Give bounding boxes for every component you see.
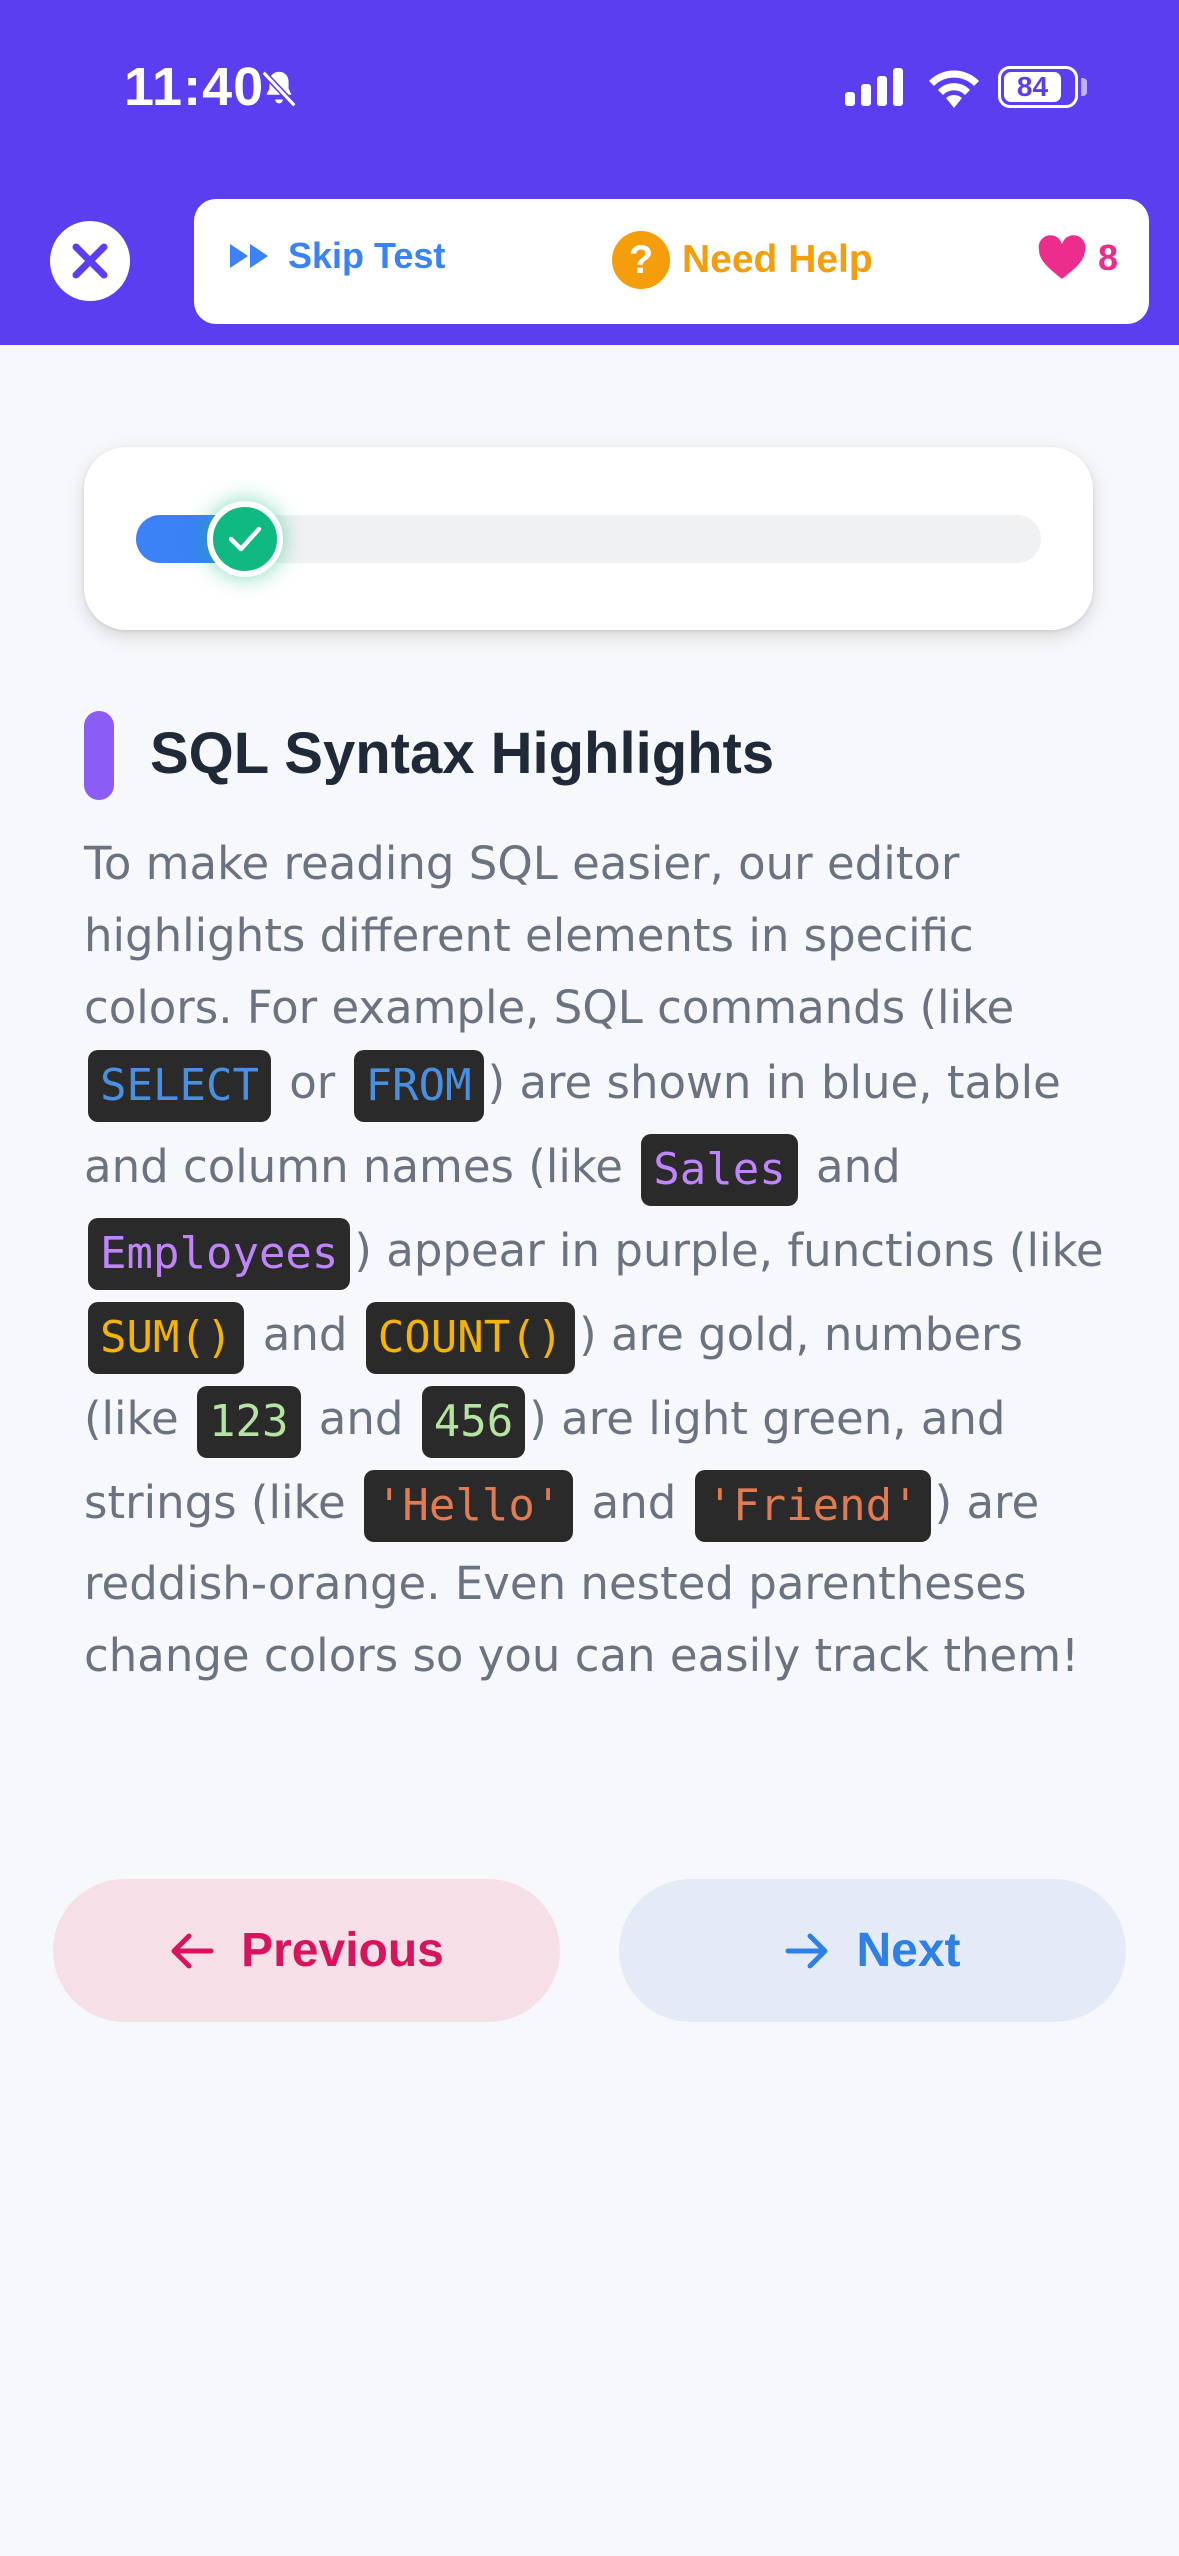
wifi-icon: [926, 64, 982, 113]
lesson-body: To make reading SQL easier, our editor h…: [84, 828, 1104, 1692]
fast-forward-icon: [230, 244, 268, 268]
progress-checkpoint: [206, 501, 283, 577]
lesson-toolbar: Skip Test ? Need Help 8: [194, 199, 1149, 324]
text-segment: and: [248, 1308, 362, 1361]
code-number-456: 456: [421, 1386, 526, 1458]
need-help-button[interactable]: ? Need Help: [612, 231, 873, 289]
progress-track: [136, 501, 1041, 577]
code-keyword-select: SELECT: [88, 1050, 271, 1122]
close-icon: [72, 243, 108, 279]
battery-indicator: 84: [998, 66, 1078, 108]
code-number-123: 123: [197, 1386, 301, 1458]
status-time: 11:40: [124, 57, 265, 117]
lesson-title: SQL Syntax Highlights: [150, 721, 775, 786]
progress-card: [84, 447, 1093, 630]
text-segment: and: [304, 1392, 418, 1445]
checkmark-icon: [228, 526, 261, 552]
lives-counter: 8: [1036, 235, 1118, 281]
question-icon: ?: [612, 231, 670, 289]
code-string-friend: 'Friend': [694, 1470, 931, 1542]
battery-level: 84: [1016, 71, 1049, 102]
heart-icon: [1038, 235, 1086, 279]
close-button[interactable]: [50, 221, 130, 301]
arrow-right-icon: [785, 1933, 828, 1968]
code-string-hello: 'Hello': [363, 1470, 574, 1542]
skip-test-button[interactable]: Skip Test: [228, 235, 445, 277]
next-button[interactable]: Next: [619, 1879, 1126, 2022]
previous-button[interactable]: Previous: [53, 1879, 560, 2022]
top-header: 11:40 84 Skip Test ? Need Help 8: [0, 0, 1179, 345]
text-segment: and: [577, 1476, 691, 1529]
arrow-left-icon: [171, 1933, 214, 1968]
lives-count: 8: [1098, 237, 1119, 278]
title-accent-bar: [84, 711, 114, 800]
bell-muted-icon: [256, 66, 302, 117]
text-segment: ) appear in purple, functions (like: [354, 1224, 1104, 1277]
code-table-sales: Sales: [641, 1134, 798, 1206]
need-help-label: Need Help: [682, 238, 873, 281]
code-function-sum: SUM(): [88, 1302, 245, 1374]
skip-test-label: Skip Test: [288, 235, 446, 276]
text-segment: To make reading SQL easier, our editor h…: [84, 837, 1015, 1034]
next-label: Next: [856, 1924, 961, 1977]
text-segment: and: [801, 1140, 901, 1193]
cellular-signal-icon: [845, 68, 905, 111]
code-function-count: COUNT(): [365, 1302, 576, 1374]
battery-nub: [1081, 78, 1087, 96]
text-segment: or: [274, 1056, 350, 1109]
previous-label: Previous: [241, 1924, 444, 1977]
code-table-employees: Employees: [88, 1218, 351, 1290]
code-keyword-from: FROM: [353, 1050, 484, 1122]
